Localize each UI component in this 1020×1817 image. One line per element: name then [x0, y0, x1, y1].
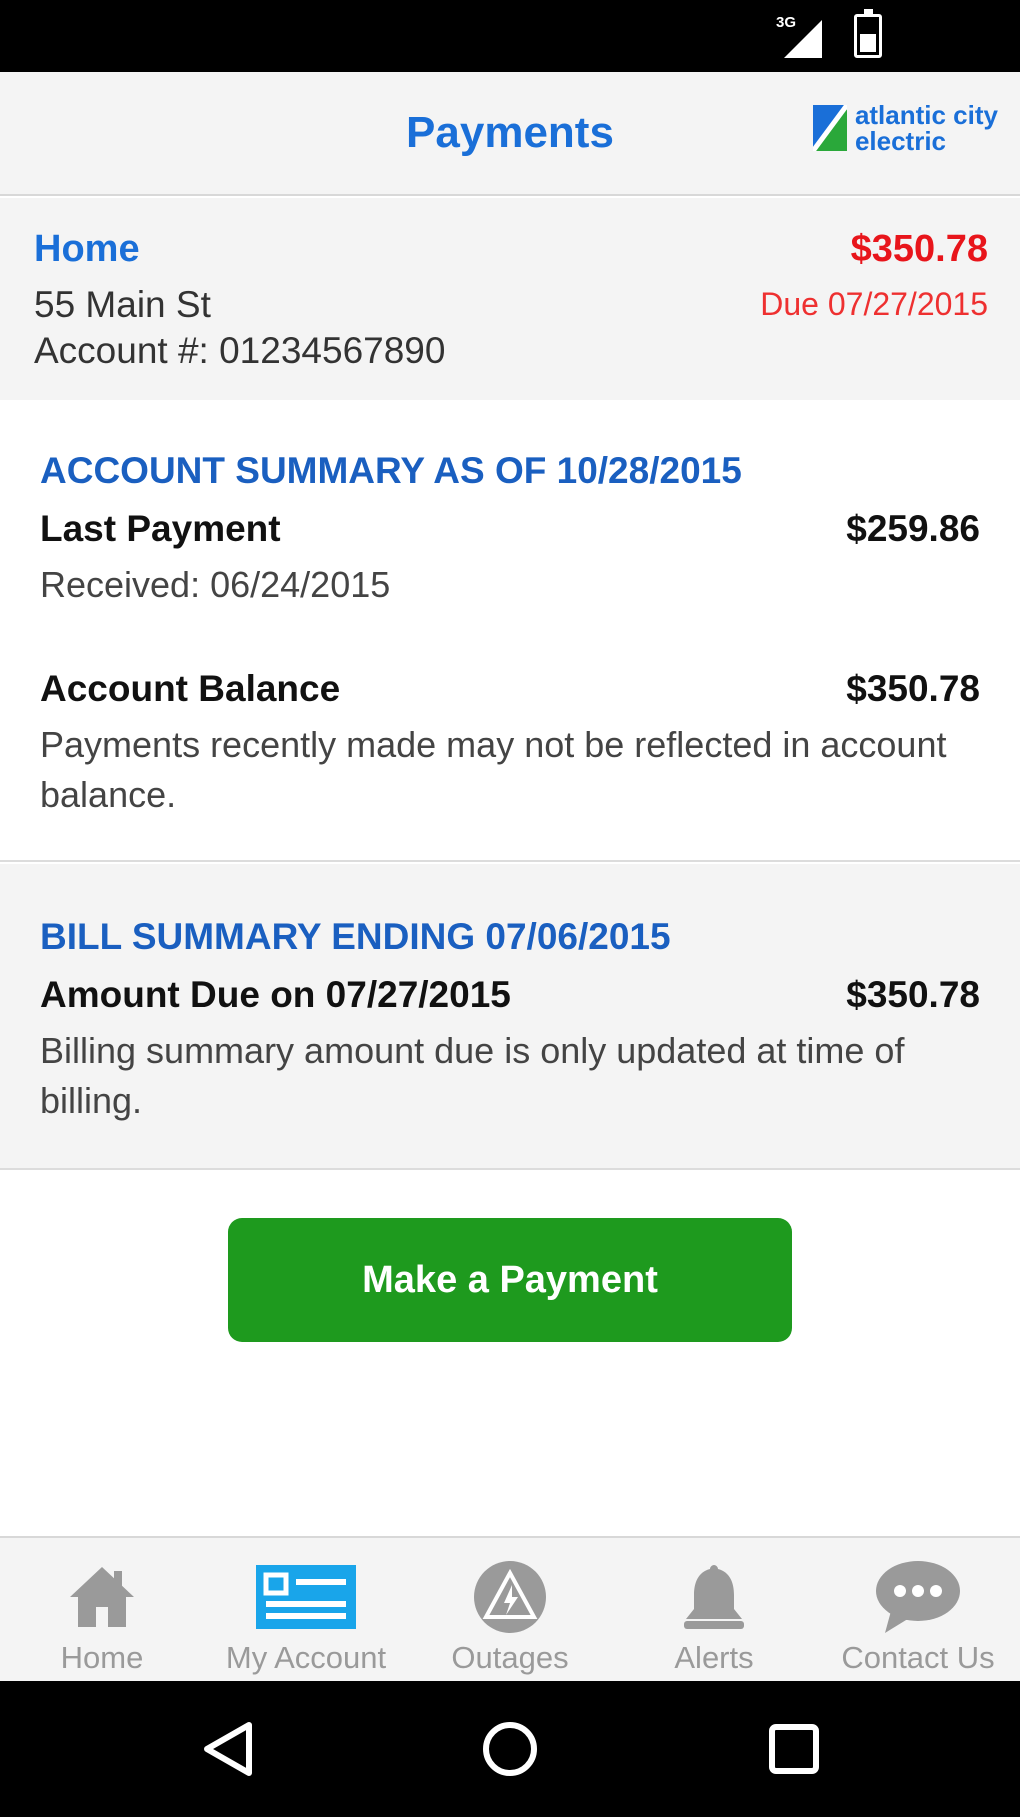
status-icons: 3G — [776, 9, 882, 58]
nav-label-outages: Outages — [451, 1640, 569, 1675]
amount-due-label: Amount Due on 07/27/2015 — [40, 974, 511, 1015]
back-button[interactable] — [168, 1681, 288, 1817]
account-card-icon — [256, 1558, 356, 1636]
battery-icon — [854, 9, 882, 58]
home-system-button[interactable] — [450, 1681, 570, 1817]
nav-item-outages[interactable]: Outages — [408, 1538, 612, 1681]
brand-line-2: electric — [854, 126, 947, 156]
brand-name: atlantic city electric — [855, 102, 998, 154]
account-due-date: Due 07/27/2015 — [760, 286, 988, 322]
home-circle-icon — [483, 1722, 537, 1776]
nav-label-alerts: Alerts — [674, 1640, 754, 1675]
make-payment-button[interactable]: Make a Payment — [228, 1218, 792, 1342]
recents-square-icon — [769, 1724, 819, 1774]
account-balance-label: Account Balance — [40, 668, 341, 709]
system-nav-bar — [0, 1681, 1020, 1817]
bill-summary-note: Billing summary amount due is only updat… — [40, 1030, 905, 1121]
signal-icon: 3G — [776, 14, 824, 58]
bill-summary-title: BILL SUMMARY ENDING 07/06/2015 — [40, 916, 671, 957]
nav-item-contact-us[interactable]: Contact Us — [816, 1538, 1020, 1681]
amount-due-value: $350.78 — [846, 974, 980, 1015]
nav-item-alerts[interactable]: Alerts — [612, 1538, 816, 1681]
home-icon — [66, 1558, 138, 1636]
chat-icon — [873, 1558, 963, 1636]
last-payment-value: $259.86 — [846, 508, 980, 549]
account-balance-value: $350.78 — [846, 668, 980, 709]
outage-icon — [472, 1558, 548, 1636]
account-number: Account #: 01234567890 — [34, 330, 446, 371]
nav-label-my-account: My Account — [225, 1640, 387, 1675]
recents-button[interactable] — [734, 1681, 854, 1817]
account-address: 55 Main St — [34, 284, 211, 325]
account-name: Home — [34, 228, 140, 270]
bottom-nav: Home My Account Outages Alerts Contact U… — [0, 1536, 1020, 1681]
bell-icon — [676, 1558, 752, 1636]
bill-summary-section: BILL SUMMARY ENDING 07/06/2015 Amount Du… — [0, 864, 1020, 1170]
account-header[interactable]: Home 55 Main St Account #: 01234567890 $… — [0, 198, 1020, 400]
account-summary-title: ACCOUNT SUMMARY AS OF 10/28/2015 — [40, 450, 742, 491]
nav-label-home: Home — [60, 1640, 144, 1675]
account-amount-due: $350.78 — [850, 228, 988, 270]
nav-label-contact-us: Contact Us — [841, 1640, 995, 1675]
account-balance-note: Payments recently made may not be reflec… — [40, 724, 947, 815]
back-triangle-icon — [204, 1722, 252, 1776]
account-summary-section: ACCOUNT SUMMARY AS OF 10/28/2015 Last Pa… — [0, 400, 1020, 862]
brand-mark-icon — [812, 105, 847, 151]
nav-item-home[interactable]: Home — [0, 1538, 204, 1681]
network-type: 3G — [776, 14, 797, 31]
status-bar: 3G — [0, 0, 1020, 72]
app-header: Payments atlantic city electric — [0, 72, 1020, 196]
brand-logo: atlantic city electric — [812, 102, 998, 154]
last-payment-received: Received: 06/24/2015 — [40, 564, 391, 605]
nav-item-my-account[interactable]: My Account — [204, 1538, 408, 1681]
last-payment-label: Last Payment — [40, 508, 281, 549]
brand-line-1: atlantic city — [854, 100, 998, 130]
